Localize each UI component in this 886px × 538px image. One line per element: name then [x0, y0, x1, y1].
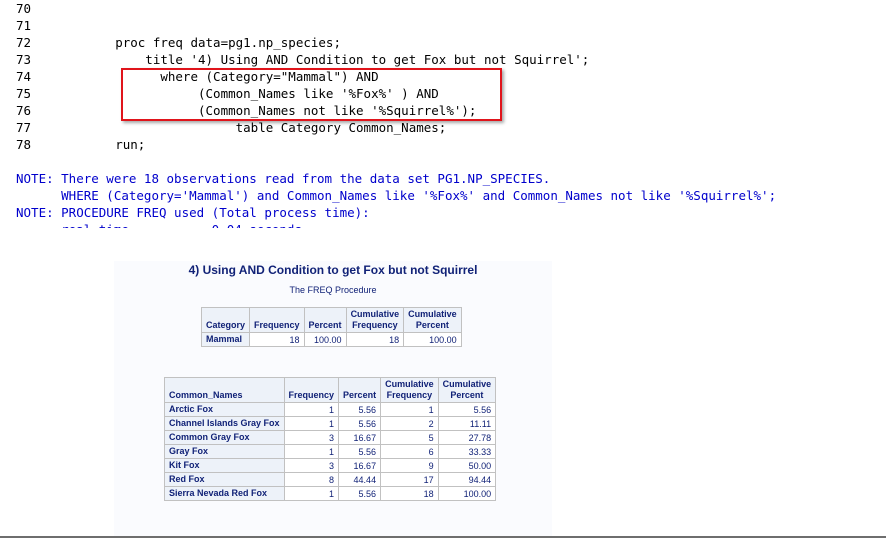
procedure-title: The FREQ Procedure: [289, 285, 377, 295]
table-cell: 1: [283, 402, 340, 417]
code-text: table Category Common_Names;: [55, 120, 447, 135]
table-cell: 3: [283, 430, 340, 445]
table-cell: 5: [380, 430, 439, 445]
table-row: Channel Islands Gray Fox 1 5.56 2 11.11: [164, 416, 497, 431]
column-header: Cumulative Frequency: [345, 307, 405, 333]
table-cell: 18: [249, 332, 305, 347]
table-cell: 44.44: [338, 472, 382, 487]
table-cell: 11.11: [437, 416, 497, 431]
line-number: 73: [16, 52, 32, 67]
table-cell: 5.56: [338, 486, 382, 501]
table-row: Common Gray Fox 3 16.67 5 27.78: [164, 430, 497, 445]
table-cell: 8: [283, 472, 340, 487]
table-cell: 9: [380, 458, 439, 473]
table-cell: 94.44: [437, 472, 497, 487]
table-cell: 3: [283, 458, 340, 473]
sas-log-panel[interactable]: 70 71 72 proc freq data=pg1.np_species; 73 …: [0, 0, 886, 228]
results-viewer[interactable]: 4) Using AND Condition to get Fox but no…: [114, 261, 552, 536]
row-header: Kit Fox: [164, 458, 285, 473]
code-text: run;: [55, 137, 146, 152]
table-cell: 100.00: [437, 486, 497, 501]
category-frequency-table: Category Frequency Percent Cumulative Freque…: [200, 307, 462, 347]
results-title: 4) Using AND Condition to get Fox but no…: [188, 263, 478, 277]
common-names-frequency-table: Common_Names Frequency Percent Cumulative Fr…: [164, 377, 497, 501]
table-row: Mammal 18 100.00 18 100.00: [200, 332, 462, 347]
table-row: Sierra Nevada Red Fox 1 5.56 18 100.00: [164, 486, 497, 501]
table-cell: 5.56: [338, 402, 382, 417]
column-header: Cumulative Frequency: [380, 377, 439, 403]
row-header: Mammal: [200, 332, 251, 347]
table-cell: 1: [380, 402, 439, 417]
table-cell: 1: [283, 416, 340, 431]
line-number: 74: [16, 69, 32, 84]
code-text: proc freq data=pg1.np_species;: [55, 35, 341, 50]
column-header: Cumulative Percent: [403, 307, 462, 333]
column-header: Frequency: [283, 377, 340, 403]
table-cell: 17: [380, 472, 439, 487]
table-cell: 6: [380, 444, 439, 459]
column-header: Percent: [303, 307, 347, 333]
row-header: Sierra Nevada Red Fox: [164, 486, 285, 501]
table-cell: 1: [283, 444, 340, 459]
line-number: 76: [16, 103, 32, 118]
table-cell: 18: [380, 486, 439, 501]
table-cell: 1: [283, 486, 340, 501]
table-cell: 100.00: [303, 332, 347, 347]
table-cell: 16.67: [338, 458, 382, 473]
line-number: 72: [16, 35, 32, 50]
column-header: Category: [200, 307, 251, 333]
column-header: Percent: [338, 377, 382, 403]
row-header: Arctic Fox: [164, 402, 285, 417]
table-cell: 100.00: [403, 332, 462, 347]
row-header: Gray Fox: [164, 444, 285, 459]
table-cell: 16.67: [338, 430, 382, 445]
row-header: Channel Islands Gray Fox: [164, 416, 285, 431]
table-row: Kit Fox 3 16.67 9 50.00: [164, 458, 497, 473]
table-cell: 27.78: [437, 430, 497, 445]
table-row: Red Fox 8 44.44 17 94.44: [164, 472, 497, 487]
row-header: Red Fox: [164, 472, 285, 487]
table-cell: 33.33: [437, 444, 497, 459]
line-number: 77: [16, 120, 32, 135]
table-cell: 2: [380, 416, 439, 431]
row-header: Common Gray Fox: [164, 430, 285, 445]
table-row: Gray Fox 1 5.56 6 33.33: [164, 444, 497, 459]
where-clause-highlight: [121, 68, 502, 121]
table-cell: 5.56: [338, 444, 382, 459]
line-number: 71: [16, 18, 32, 33]
line-number: 70: [16, 1, 32, 16]
table-cell: 5.56: [437, 402, 497, 417]
line-number: 78: [16, 137, 32, 152]
column-header: Cumulative Percent: [437, 377, 497, 403]
table-cell: 5.56: [338, 416, 382, 431]
table-cell: 50.00: [437, 458, 497, 473]
code-text: title '4) Using AND Condition to get Fox…: [55, 52, 590, 67]
column-header: Frequency: [249, 307, 305, 333]
table-row: Arctic Fox 1 5.56 1 5.56: [164, 402, 497, 417]
column-header: Common_Names: [164, 377, 285, 403]
table-cell: 18: [345, 332, 405, 347]
line-number: 75: [16, 86, 32, 101]
